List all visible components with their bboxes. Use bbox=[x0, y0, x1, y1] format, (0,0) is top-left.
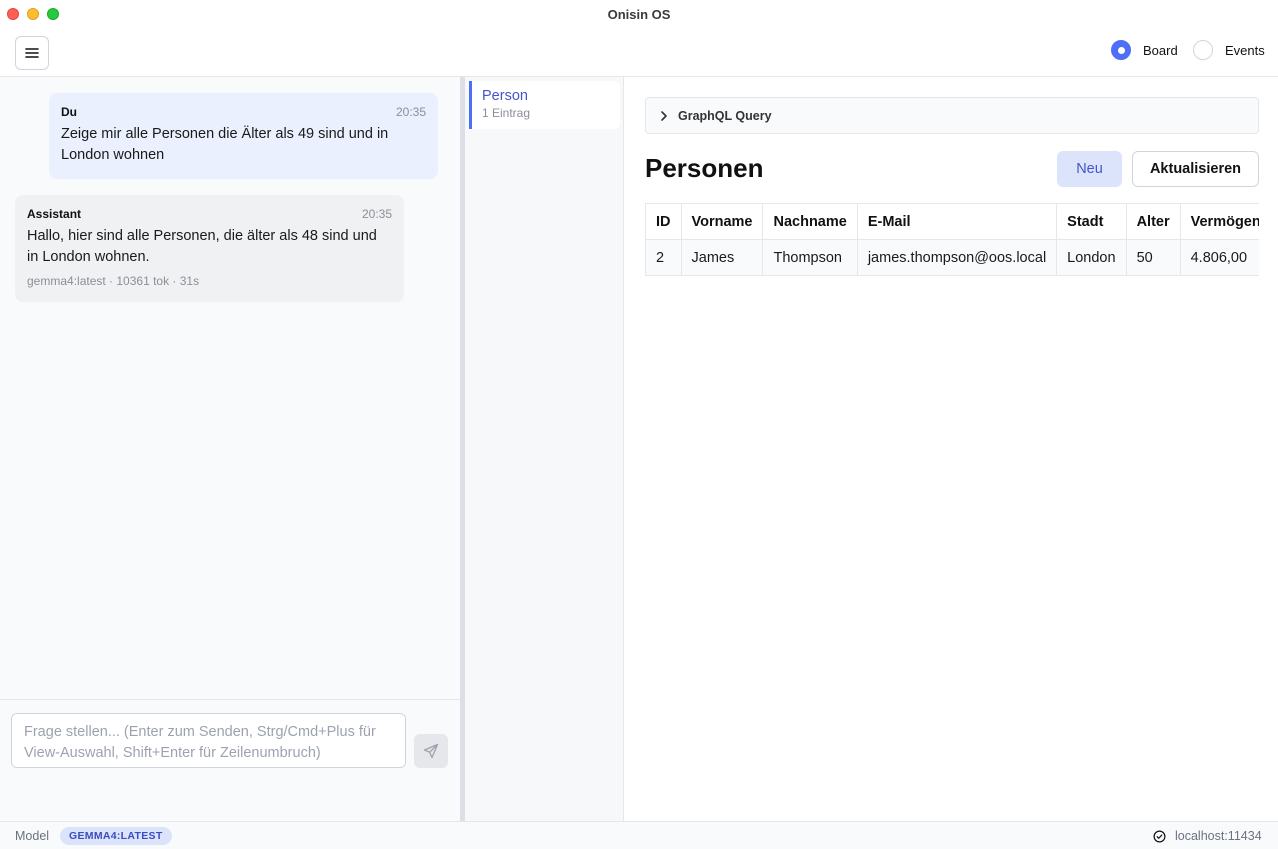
model-label: Model bbox=[15, 829, 50, 843]
column-header-id[interactable]: ID bbox=[645, 203, 682, 240]
menu-button[interactable] bbox=[15, 36, 49, 70]
column-header-vermoegen[interactable]: Vermögen bbox=[1179, 203, 1259, 240]
new-button[interactable]: Neu bbox=[1057, 151, 1122, 187]
message-text: Hallo, hier sind alle Personen, die älte… bbox=[27, 228, 377, 265]
entity-name: Person bbox=[482, 88, 528, 104]
message-meta: gemma4:latest · 10361 tok · 31s bbox=[27, 274, 200, 288]
table-row[interactable]: 2 James Thompson james.thompson@oos.loca… bbox=[645, 239, 1259, 276]
persons-table-container[interactable]: ID Vorname Nachname E-Mail Stadt Alter V… bbox=[645, 203, 1259, 276]
table-cell: 2 bbox=[645, 239, 682, 276]
board-pane: GraphQL Query Personen Neu Aktualisieren… bbox=[625, 77, 1278, 821]
status-bar: Model GEMMA4:LATEST localhost:11434 bbox=[0, 821, 1278, 849]
window-title: Onisin OS bbox=[607, 7, 671, 22]
table-cell: London bbox=[1056, 239, 1127, 276]
window-titlebar: Onisin OS bbox=[0, 0, 1278, 28]
model-badge[interactable]: GEMMA4:LATEST bbox=[60, 827, 172, 845]
chat-message-user: Du 20:35 Zeige mir alle Personen die Ält… bbox=[49, 93, 438, 179]
table-header-row: ID Vorname Nachname E-Mail Stadt Alter V… bbox=[645, 203, 1259, 240]
hamburger-icon bbox=[25, 48, 39, 58]
message-time: 20:35 bbox=[395, 105, 426, 119]
page-title: Personen bbox=[645, 153, 764, 183]
chat-pane: Du 20:35 Zeige mir alle Personen die Ält… bbox=[0, 77, 460, 821]
chat-input[interactable] bbox=[11, 713, 406, 768]
column-header-alter[interactable]: Alter bbox=[1125, 203, 1181, 240]
table-cell: James bbox=[680, 239, 764, 276]
graphql-query-toggle[interactable]: GraphQL Query bbox=[645, 97, 1259, 134]
entity-list: Person 1 Eintrag bbox=[465, 77, 624, 821]
refresh-button[interactable]: Aktualisieren bbox=[1132, 151, 1259, 187]
table-cell: 4.806,00 bbox=[1179, 239, 1259, 276]
send-icon bbox=[423, 743, 439, 759]
app-topbar: Board Events bbox=[0, 28, 1278, 77]
message-text: Zeige mir alle Personen die Älter als 49… bbox=[61, 126, 389, 163]
message-time: 20:35 bbox=[361, 207, 392, 221]
connection-status: localhost:11434 bbox=[1175, 829, 1262, 843]
entity-item-person[interactable]: Person 1 Eintrag bbox=[469, 81, 620, 129]
message-author: Du bbox=[61, 105, 77, 119]
persons-table: ID Vorname Nachname E-Mail Stadt Alter V… bbox=[645, 203, 1259, 276]
message-author: Assistant bbox=[27, 207, 82, 221]
column-header-vorname[interactable]: Vorname bbox=[680, 203, 764, 240]
view-option-events[interactable]: Events bbox=[1193, 40, 1265, 60]
column-header-email[interactable]: E-Mail bbox=[856, 203, 1058, 240]
table-cell: Thompson bbox=[762, 239, 858, 276]
entity-count: 1 Eintrag bbox=[482, 106, 531, 120]
view-option-board[interactable]: Board bbox=[1111, 40, 1178, 60]
chat-composer bbox=[0, 699, 460, 821]
send-button[interactable] bbox=[414, 734, 448, 768]
column-header-nachname[interactable]: Nachname bbox=[762, 203, 858, 240]
chevron-right-icon bbox=[661, 110, 667, 121]
table-cell: james.thompson@oos.local bbox=[856, 239, 1058, 276]
chat-message-assistant: Assistant 20:35 Hallo, hier sind alle Pe… bbox=[15, 195, 404, 302]
board-label: Board bbox=[1143, 42, 1178, 58]
column-header-stadt[interactable]: Stadt bbox=[1056, 203, 1127, 240]
events-radio[interactable] bbox=[1193, 40, 1213, 60]
check-circle-icon bbox=[1153, 830, 1166, 843]
board-radio[interactable] bbox=[1111, 40, 1131, 60]
graphql-query-label: GraphQL Query bbox=[678, 108, 772, 123]
table-cell: 50 bbox=[1125, 239, 1181, 276]
events-label: Events bbox=[1225, 42, 1265, 58]
